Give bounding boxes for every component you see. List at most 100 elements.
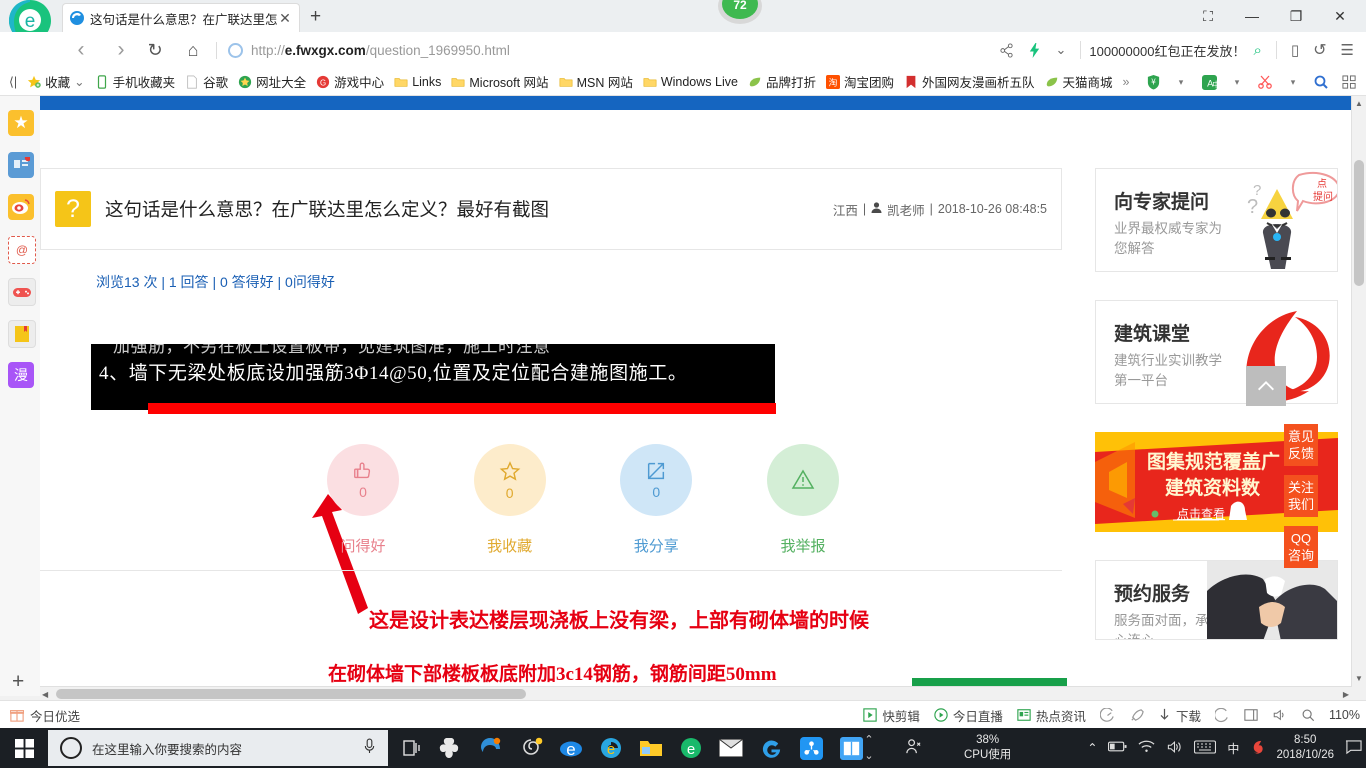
status-news[interactable]: 热点资讯: [1017, 706, 1086, 725]
share-icon[interactable]: [993, 36, 1020, 64]
bookmark-item[interactable]: 谷歌: [180, 71, 233, 93]
chevron-down-icon[interactable]: ⌄: [1049, 36, 1072, 64]
horizontal-scroll-thumb[interactable]: [56, 689, 526, 699]
shield-score-badge[interactable]: 72: [716, 0, 764, 28]
horizontal-scrollbar[interactable]: ◀ ▶: [40, 686, 1352, 701]
status-volume-icon[interactable]: [1272, 708, 1287, 722]
bookmark-item[interactable]: 淘 淘宝团购: [821, 71, 899, 93]
comic-icon[interactable]: 漫: [8, 362, 34, 388]
action-favorite[interactable]: 0 我收藏: [470, 444, 550, 556]
mail-at-icon[interactable]: @: [8, 236, 36, 264]
bookmark-item[interactable]: 外国网友漫画析五队: [899, 71, 1040, 93]
side-tab-follow[interactable]: 关注 我们: [1284, 475, 1318, 517]
scroll-left-arrow[interactable]: ◀: [42, 690, 48, 699]
back-to-top-button[interactable]: [1246, 366, 1286, 406]
bookmark-item[interactable]: Links: [389, 71, 446, 93]
status-download[interactable]: 下载: [1158, 706, 1201, 725]
news-card-icon[interactable]: [8, 152, 34, 178]
status-speed-icon[interactable]: [1099, 707, 1115, 723]
status-video-edit[interactable]: 快剪辑: [863, 706, 920, 725]
action-share[interactable]: 0 我分享: [616, 444, 696, 556]
action-center-icon[interactable]: [1345, 739, 1362, 758]
question-author[interactable]: 凯老师: [887, 200, 925, 219]
overflow-up-icon[interactable]: ⌃: [862, 732, 876, 748]
bookmark-item[interactable]: G 游戏中心: [311, 71, 389, 93]
chevron-down-icon[interactable]: ▾: [1280, 70, 1306, 94]
answer-button[interactable]: 我来回答: [912, 678, 1067, 686]
grid-icon[interactable]: [1336, 70, 1362, 94]
translate-icon[interactable]: A中: [1196, 70, 1222, 94]
close-button[interactable]: ✕: [1318, 2, 1362, 30]
battery-icon[interactable]: [1108, 740, 1127, 756]
favorites-star-icon[interactable]: ★: [8, 110, 34, 136]
status-live[interactable]: 今日直播: [934, 706, 1003, 725]
action-report[interactable]: 我举报: [763, 444, 843, 556]
search-input[interactable]: 在这里输入你要搜索的内容: [48, 730, 388, 766]
weibo-eye-icon[interactable]: [8, 194, 34, 220]
new-tab-button[interactable]: +: [310, 6, 321, 28]
chevron-down-icon[interactable]: ⌄: [74, 74, 84, 89]
minimize-button[interactable]: —: [1230, 2, 1274, 30]
back-button[interactable]: ‹: [66, 36, 96, 64]
chevron-down-icon[interactable]: ▾: [1168, 70, 1194, 94]
status-search-icon[interactable]: [1301, 708, 1315, 722]
volume-icon[interactable]: [1166, 740, 1183, 757]
favorite-circle[interactable]: 0: [473, 444, 546, 516]
keyboard-icon[interactable]: [1194, 739, 1217, 757]
shield-icon[interactable]: ¥: [1140, 70, 1166, 94]
mail-icon[interactable]: [716, 733, 746, 763]
scissors-icon[interactable]: [1252, 70, 1278, 94]
status-window-split-icon[interactable]: [1244, 708, 1258, 722]
folder-icon[interactable]: [636, 733, 666, 763]
share-circle[interactable]: 0: [620, 444, 693, 516]
overflow-down-icon[interactable]: ⌄: [862, 748, 876, 764]
home-button[interactable]: ⌂: [178, 36, 208, 64]
bookmark-item[interactable]: MSN 网站: [554, 71, 638, 93]
bookmark-item[interactable]: 手机收藏夹: [90, 71, 181, 93]
forward-button[interactable]: ›: [106, 36, 136, 64]
ime-mode-indicator[interactable]: 中: [1227, 740, 1239, 757]
bookmark-item[interactable]: Microsoft 网站: [446, 71, 553, 93]
bookmark-item[interactable]: 品牌打折: [743, 71, 821, 93]
share-icon[interactable]: [796, 733, 826, 763]
side-tab-qq[interactable]: QQ 咨询: [1284, 526, 1318, 568]
bookmark-item[interactable]: 收藏 ⌄: [22, 71, 90, 93]
bookmarks-prev-icon[interactable]: ⟨|: [4, 71, 22, 93]
taskbar-overflow[interactable]: ⌃ ⌄: [862, 732, 876, 764]
status-ring-icon[interactable]: [1214, 707, 1230, 723]
ie-icon[interactable]: e: [556, 733, 586, 763]
green-e-icon[interactable]: e: [676, 733, 706, 763]
vertical-scroll-thumb[interactable]: [1354, 160, 1364, 286]
task-view-icon[interactable]: [396, 733, 426, 763]
attachment-image[interactable]: 加强筋，不另在板上设置板带，见建筑图准，施工时注意 4、墙下无梁处板底设加强筋3…: [91, 344, 775, 410]
edge-icon[interactable]: [476, 733, 506, 763]
cortana-icon[interactable]: [436, 733, 466, 763]
ie-blue-icon[interactable]: e: [596, 733, 626, 763]
bookmarks-overflow-icon[interactable]: »: [1118, 71, 1135, 93]
start-button[interactable]: [0, 728, 48, 768]
scroll-down-arrow[interactable]: ▼: [1355, 674, 1363, 683]
address-bar[interactable]: http://e.fwxgx.com/question_1969950.html: [228, 38, 908, 62]
menu-icon[interactable]: ☰: [1335, 36, 1360, 64]
mic-icon[interactable]: [363, 737, 376, 759]
report-circle[interactable]: [766, 444, 839, 516]
book-icon[interactable]: [8, 320, 36, 348]
sidebar-card-course[interactable]: 建筑课堂 建筑行业实训教学第一平台: [1095, 300, 1338, 404]
bolt-icon[interactable]: [1022, 36, 1047, 64]
bookmark-item[interactable]: 网址大全: [233, 71, 311, 93]
history-icon[interactable]: ↺: [1307, 36, 1332, 64]
bookmark-item[interactable]: 天猫商城: [1040, 71, 1118, 93]
status-rocket-icon[interactable]: [1129, 708, 1144, 723]
skin-button[interactable]: ⛶: [1186, 2, 1230, 30]
game-pad-icon[interactable]: [8, 278, 36, 306]
status-gift[interactable]: 今日优选: [10, 706, 80, 725]
browser-tab[interactable]: 这句话是什么意思？在广联达里怎 ✕: [62, 3, 300, 32]
g-icon[interactable]: [756, 733, 786, 763]
spiral-bell-icon[interactable]: [516, 733, 546, 763]
bookmark-item[interactable]: Windows Live: [638, 71, 743, 93]
site-info-icon[interactable]: [228, 42, 243, 58]
tab-close-icon[interactable]: ✕: [277, 10, 293, 27]
mobile-view-icon[interactable]: ▯: [1285, 36, 1305, 64]
tray-expand-icon[interactable]: ⌃: [1087, 741, 1097, 755]
sogou-icon[interactable]: [1250, 739, 1265, 758]
